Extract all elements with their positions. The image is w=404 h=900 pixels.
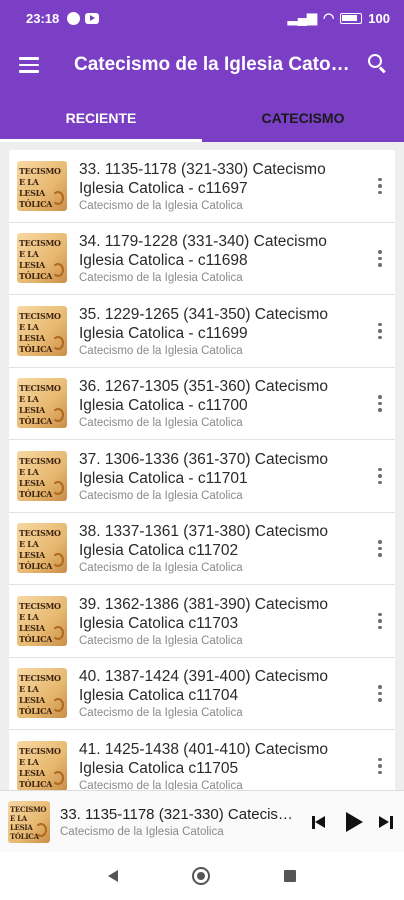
menu-icon[interactable]: [0, 36, 60, 94]
more-vert-icon[interactable]: [365, 177, 395, 194]
item-cover-image: TECISMO E LA LESIA TÓLICA: [17, 668, 67, 719]
recents-icon[interactable]: [284, 870, 296, 882]
item-title: 37. 1306-1336 (361-370) Catecismo Iglesi…: [79, 450, 329, 487]
battery-icon: [340, 12, 363, 24]
list-item[interactable]: TECISMO E LA LESIA TÓLICA 41. 1425-1438 (401…: [9, 730, 395, 790]
search-icon[interactable]: [350, 36, 404, 94]
list-item[interactable]: TECISMO E LA LESIA TÓLICA 40. 1387-1424 (391…: [9, 658, 395, 730]
player-subtitle: Catecismo de la Iglesia Catolica: [60, 825, 224, 838]
item-title: 34. 1179-1228 (331-340) Catecismo Iglesi…: [79, 233, 327, 270]
item-text: 40. 1387-1424 (391-400) Catecismo Iglesi…: [79, 667, 365, 719]
battery-level: 100: [368, 10, 390, 26]
item-cover-image: TECISMO E LA LESIA TÓLICA: [17, 233, 67, 284]
wifi-icon: ◠: [322, 10, 335, 25]
item-cover-image: TECISMO E LA LESIA TÓLICA: [17, 450, 67, 501]
item-title: 39. 1362-1386 (381-390) Catecismo Iglesi…: [79, 595, 329, 632]
skip-previous-icon[interactable]: [302, 802, 336, 842]
item-title: 40. 1387-1424 (391-400) Catecismo Iglesi…: [79, 668, 329, 705]
recent-list-container[interactable]: TECISMO E LA LESIA TÓLICA 33. 1135-1178 (321…: [0, 142, 404, 790]
item-cover-image: TECISMO E LA LESIA TÓLICA: [17, 740, 67, 790]
more-vert-icon[interactable]: [365, 467, 395, 484]
list-item[interactable]: TECISMO E LA LESIA TÓLICA 37. 1306-1336 (361…: [9, 440, 395, 513]
item-subtitle: Catecismo de la Iglesia Catolica: [79, 344, 243, 357]
status-time: 23:18: [26, 10, 60, 26]
status-bar: 23:18 ▂▄▆ ◠ 100: [0, 0, 404, 36]
list-item[interactable]: TECISMO E LA LESIA TÓLICA 38. 1337-1361 (371…: [9, 513, 395, 585]
tab-reciente[interactable]: RECIENTE: [0, 94, 202, 142]
app-bar: Catecismo de la Iglesia Catolica: [0, 36, 404, 94]
item-text: 39. 1362-1386 (381-390) Catecismo Iglesi…: [79, 595, 365, 647]
back-icon[interactable]: [108, 870, 118, 882]
app-title: Catecismo de la Iglesia Catolica: [74, 54, 350, 75]
more-vert-icon[interactable]: [365, 540, 395, 557]
tab-catecismo[interactable]: CATECISMO: [202, 94, 404, 142]
item-text: 34. 1179-1228 (331-340) Catecismo Iglesi…: [79, 232, 365, 284]
system-nav-bar: [0, 852, 404, 900]
item-title: 33. 1135-1178 (321-330) Catecismo Iglesi…: [79, 160, 326, 197]
item-text: 38. 1337-1361 (371-380) Catecismo Iglesi…: [79, 522, 365, 574]
player-text: 33. 1135-1178 (321-330) Catecismo Iglesi…: [60, 806, 302, 838]
item-cover-image: TECISMO E LA LESIA TÓLICA: [17, 523, 67, 574]
item-subtitle: Catecismo de la Iglesia Catolica: [79, 489, 243, 502]
status-right: ▂▄▆ ◠ 100: [288, 10, 390, 26]
item-cover-image: TECISMO E LA LESIA TÓLICA: [17, 378, 67, 429]
item-title: 38. 1337-1361 (371-380) Catecismo Iglesi…: [79, 523, 329, 560]
item-title: 36. 1267-1305 (351-360) Catecismo Iglesi…: [79, 378, 329, 415]
item-subtitle: Catecismo de la Iglesia Catolica: [79, 417, 243, 430]
play-icon[interactable]: [336, 802, 370, 842]
list-item[interactable]: TECISMO E LA LESIA TÓLICA 33. 1135-1178 (321…: [9, 150, 395, 223]
mini-player[interactable]: TECISMO E LA LESIA TÓLICA 33. 1135-1178 …: [0, 790, 404, 852]
item-text: 37. 1306-1336 (361-370) Catecismo Iglesi…: [79, 450, 365, 502]
item-cover-image: TECISMO E LA LESIA TÓLICA: [17, 160, 67, 211]
more-vert-icon[interactable]: [365, 757, 395, 774]
list-item[interactable]: TECISMO E LA LESIA TÓLICA 35. 1229-1265 (341…: [9, 295, 395, 368]
tab-bar: RECIENTE CATECISMO: [0, 94, 404, 142]
list-item[interactable]: TECISMO E LA LESIA TÓLICA 34. 1179-1228 (331…: [9, 223, 395, 295]
more-vert-icon[interactable]: [365, 685, 395, 702]
home-icon[interactable]: [192, 867, 210, 885]
item-title: 35. 1229-1265 (341-350) Catecismo Iglesi…: [79, 305, 329, 342]
more-vert-icon[interactable]: [365, 395, 395, 412]
item-subtitle: Catecismo de la Iglesia Catolica: [79, 199, 243, 212]
item-subtitle: Catecismo de la Iglesia Catolica: [79, 779, 243, 790]
signal-icon: ▂▄▆: [287, 10, 317, 25]
item-subtitle: Catecismo de la Iglesia Catolica: [79, 634, 243, 647]
list-item[interactable]: TECISMO E LA LESIA TÓLICA 39. 1362-1386 (381…: [9, 585, 395, 658]
more-vert-icon[interactable]: [365, 250, 395, 267]
player-title: 33. 1135-1178 (321-330) Catecismo Iglesi…: [60, 805, 302, 823]
item-text: 41. 1425-1438 (401-410) Catecismo Iglesi…: [79, 740, 365, 790]
list-item[interactable]: TECISMO E LA LESIA TÓLICA 36. 1267-1305 (351…: [9, 368, 395, 440]
notification-icon: [67, 11, 81, 25]
more-vert-icon[interactable]: [365, 612, 395, 629]
item-subtitle: Catecismo de la Iglesia Catolica: [79, 272, 243, 285]
item-subtitle: Catecismo de la Iglesia Catolica: [79, 707, 243, 720]
item-cover-image: TECISMO E LA LESIA TÓLICA: [17, 595, 67, 646]
item-text: 33. 1135-1178 (321-330) Catecismo Iglesi…: [79, 160, 365, 212]
item-text: 35. 1229-1265 (341-350) Catecismo Iglesi…: [79, 305, 365, 357]
player-cover-image: TECISMO E LA LESIA TÓLICA: [8, 800, 50, 843]
skip-next-icon[interactable]: [370, 802, 404, 842]
item-subtitle: Catecismo de la Iglesia Catolica: [79, 562, 243, 575]
more-vert-icon[interactable]: [365, 322, 395, 339]
item-cover-image: TECISMO E LA LESIA TÓLICA: [17, 305, 67, 356]
item-text: 36. 1267-1305 (351-360) Catecismo Iglesi…: [79, 377, 365, 429]
item-title: 41. 1425-1438 (401-410) Catecismo Iglesi…: [79, 740, 329, 777]
youtube-icon: [85, 12, 100, 24]
recent-list: TECISMO E LA LESIA TÓLICA 33. 1135-1178 (321…: [9, 150, 395, 790]
